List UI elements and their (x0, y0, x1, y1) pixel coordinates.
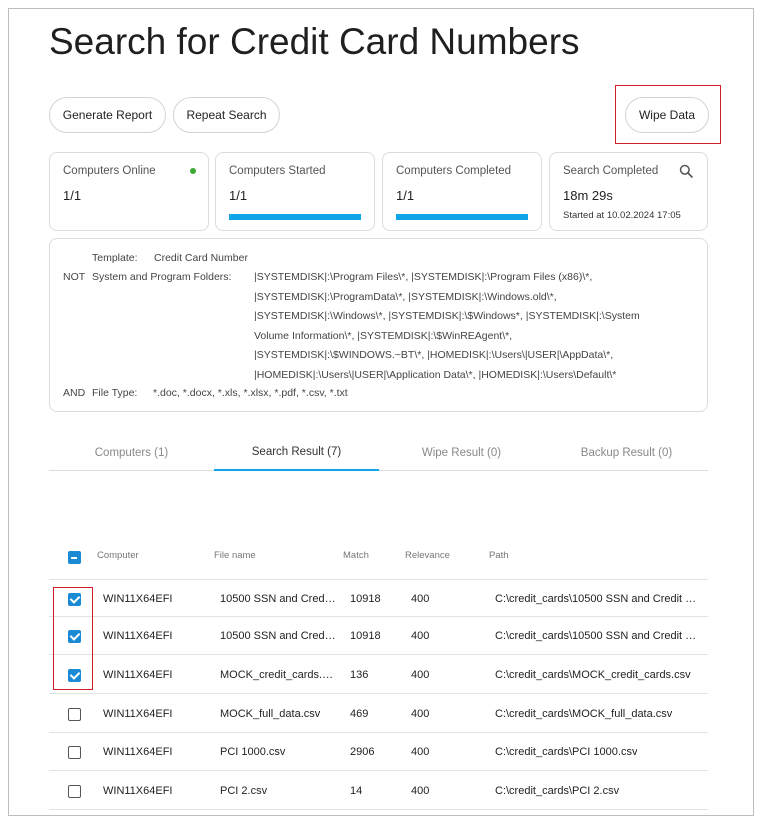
computers-started-card: Computers Started 1/1 (215, 152, 375, 231)
table-row[interactable]: WIN11X64EFI MOCK_full_data.csv 469 400 C… (49, 695, 708, 733)
cell-path: C:\credit_cards\MOCK_full_data.csv (495, 708, 673, 720)
tab-wipe-result[interactable]: Wipe Result (0) (379, 434, 544, 471)
computers-online-label: Computers Online (63, 165, 156, 177)
cell-file-name: 10500 SSN and Credit Card.csv (220, 593, 336, 605)
cell-path: C:\credit_cards\10500 SSN and Credit Car… (495, 630, 703, 642)
folders-line: |SYSTEMDISK|:\Program Files\*, |SYSTEMDI… (254, 271, 593, 283)
computers-started-label: Computers Started (229, 165, 326, 177)
computers-online-card: Computers Online 1/1 (49, 152, 209, 231)
search-completed-label: Search Completed (563, 165, 659, 177)
filetype-label: File Type: (92, 387, 138, 399)
cell-relevance: 400 (411, 669, 430, 681)
generate-report-button[interactable]: Generate Report (49, 97, 166, 133)
search-started-text: Started at 10.02.2024 17:05 (563, 210, 681, 221)
cell-match: 136 (350, 669, 369, 681)
table-row[interactable]: WIN11X64EFI PCI 2.csv 14 400 C:\credit_c… (49, 772, 708, 810)
cell-match: 469 (350, 708, 369, 720)
column-header-relevance[interactable]: Relevance (405, 550, 450, 561)
cell-computer: WIN11X64EFI (103, 746, 173, 758)
search-duration-value: 18m 29s (563, 188, 613, 203)
result-tabs: Computers (1) Search Result (7) Wipe Res… (49, 434, 708, 471)
online-status-dot (190, 168, 196, 174)
folders-line: |HOMEDISK|:\Users\|USER|\Application Dat… (254, 368, 617, 381)
cell-match: 14 (350, 785, 363, 797)
computers-completed-card: Computers Completed 1/1 (382, 152, 542, 231)
search-icon[interactable] (679, 164, 693, 178)
search-config-panel: Template: Credit Card Number NOT System … (49, 238, 708, 412)
computers-started-progress (229, 214, 361, 220)
cell-computer: WIN11X64EFI (103, 630, 173, 642)
wipe-data-button[interactable]: Wipe Data (625, 97, 709, 133)
page-frame: Search for Credit Card Numbers Generate … (8, 8, 754, 816)
row-checkbox[interactable] (68, 708, 81, 721)
filetype-value: *.doc, *.docx, *.xls, *.xlsx, *.pdf, *.c… (153, 387, 348, 399)
cell-file-name: MOCK_credit_cards.csv (220, 669, 336, 681)
cell-computer: WIN11X64EFI (103, 593, 173, 605)
computers-completed-progress (396, 214, 528, 220)
cell-path: C:\credit_cards\10500 SSN and Credit Car… (495, 593, 703, 605)
column-header-computer[interactable]: Computer (97, 550, 139, 561)
cell-path: C:\credit_cards\PCI 1000.csv (495, 746, 638, 758)
cell-relevance: 400 (411, 785, 430, 797)
folders-line: |SYSTEMDISK|:\$WINDOWS.~BT\*, |HOMEDISK|… (254, 349, 614, 361)
template-value: Credit Card Number (154, 252, 248, 264)
row-checkbox[interactable] (68, 785, 81, 798)
cell-match: 2906 (350, 746, 375, 758)
folders-line: |SYSTEMDISK|:\ProgramData\*, |SYSTEMDISK… (254, 290, 557, 303)
folders-line: Volume Information\*, |SYSTEMDISK|:\$Win… (254, 329, 513, 342)
column-header-path[interactable]: Path (489, 550, 509, 561)
cell-relevance: 400 (411, 593, 430, 605)
table-row[interactable]: WIN11X64EFI 10500 SSN and Credit Card.xl… (49, 617, 708, 655)
cell-file-name: PCI 2.csv (220, 785, 268, 797)
cell-path: C:\credit_cards\MOCK_credit_cards.csv (495, 669, 691, 681)
cell-computer: WIN11X64EFI (103, 669, 173, 681)
tab-search-result[interactable]: Search Result (7) (214, 434, 379, 471)
cell-relevance: 400 (411, 708, 430, 720)
computers-started-value: 1/1 (229, 188, 248, 203)
computers-online-value: 1/1 (63, 188, 82, 203)
table-row[interactable]: WIN11X64EFI MOCK_credit_cards.csv 136 40… (49, 656, 708, 694)
cell-file-name: PCI 1000.csv (220, 746, 286, 758)
cell-match: 10918 (350, 593, 381, 605)
cell-computer: WIN11X64EFI (103, 708, 173, 720)
cell-path: C:\credit_cards\PCI 2.csv (495, 785, 620, 797)
computers-completed-label: Computers Completed (396, 165, 512, 177)
repeat-search-button[interactable]: Repeat Search (173, 97, 280, 133)
filetype-operator: AND (63, 387, 86, 399)
cell-relevance: 400 (411, 630, 430, 642)
computers-completed-progress-fill (396, 214, 528, 220)
tab-computers[interactable]: Computers (1) (49, 434, 214, 471)
tab-backup-result[interactable]: Backup Result (0) (544, 434, 709, 471)
table-row[interactable]: WIN11X64EFI PCI 1000.csv 2906 400 C:\cre… (49, 733, 708, 771)
computers-completed-value: 1/1 (396, 188, 415, 203)
folders-line: |SYSTEMDISK|:\Windows\*, |SYSTEMDISK|:\$… (254, 310, 640, 322)
search-completed-card: Search Completed 18m 29s Started at 10.0… (549, 152, 708, 231)
template-label: Template: (92, 252, 138, 264)
column-header-match[interactable]: Match (343, 550, 369, 561)
folders-operator: NOT (63, 271, 86, 283)
cell-match: 10918 (350, 630, 381, 642)
folders-label: System and Program Folders: (92, 271, 232, 283)
select-all-checkbox[interactable] (68, 551, 81, 564)
cell-relevance: 400 (411, 746, 430, 758)
column-header-file-name[interactable]: File name (214, 550, 256, 561)
cell-computer: WIN11X64EFI (103, 785, 173, 797)
computers-started-progress-fill (229, 214, 361, 220)
selected-rows-highlight (53, 587, 93, 690)
cell-file-name: MOCK_full_data.csv (220, 708, 321, 720)
cell-file-name: 10500 SSN and Credit Card.xlsx (220, 630, 336, 642)
table-row[interactable]: WIN11X64EFI 10500 SSN and Credit Card.cs… (49, 579, 708, 617)
page-title: Search for Credit Card Numbers (49, 21, 580, 62)
row-checkbox[interactable] (68, 746, 81, 759)
